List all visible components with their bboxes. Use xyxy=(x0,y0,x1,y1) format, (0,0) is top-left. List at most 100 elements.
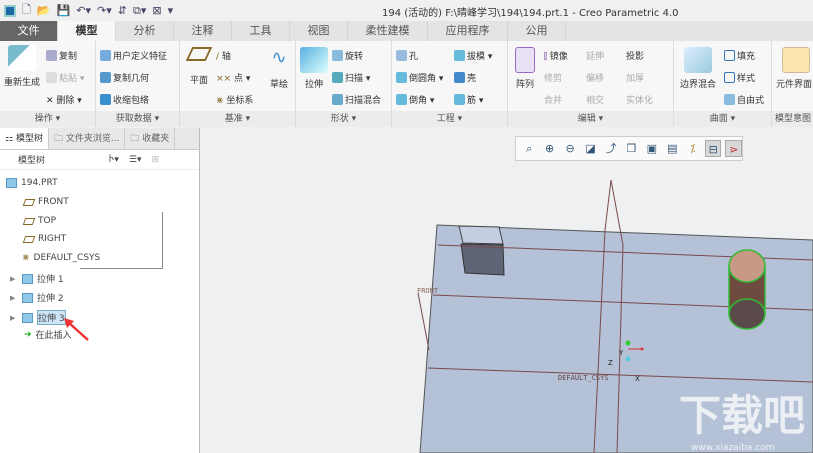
group-label[interactable]: 基准 ▾ xyxy=(180,111,295,127)
tab-model-tree[interactable]: ⚏ 模型树 xyxy=(0,128,49,149)
tab-analysis[interactable]: 分析 xyxy=(116,21,174,41)
group-label[interactable]: 模型意图 xyxy=(772,111,813,127)
group-label[interactable]: 形状 ▾ xyxy=(296,111,391,127)
group-label[interactable]: 曲面 ▾ xyxy=(674,111,771,127)
tab-applications[interactable]: 应用程序 xyxy=(428,21,508,41)
close-window-icon[interactable]: ⊠ xyxy=(152,4,161,17)
watermark-url: www.xiazaiba.com xyxy=(691,443,775,453)
shell-icon xyxy=(454,72,465,83)
thicken-button[interactable]: 加厚 xyxy=(626,71,644,84)
tab-tools[interactable]: 工具 xyxy=(232,21,290,41)
tree-item-right[interactable]: RIGHT xyxy=(22,234,66,244)
freestyle-button[interactable]: 自由式 xyxy=(724,93,764,106)
cylinder-bottom xyxy=(728,298,766,330)
regenerate-button[interactable]: 重新生成 xyxy=(2,45,42,88)
datum-plane-icon xyxy=(22,198,36,206)
rib-button[interactable]: 筋 ▾ xyxy=(454,93,483,106)
swept-blend-icon xyxy=(332,94,343,105)
group-engineering: 孔 倒圆角 ▾ 倒角 ▾ 拔模 ▾ 壳 筋 ▾ 工程 ▾ xyxy=(392,41,508,127)
extrude-button[interactable]: 拉伸 xyxy=(300,47,328,90)
mirror-button[interactable]: ⫿ 镜像 xyxy=(544,49,568,62)
fill-button[interactable]: 填充 xyxy=(724,49,755,62)
group-operations: 重新生成 复制 粘贴 ▾ ✕ 删除 ▾ 操作 ▾ xyxy=(0,41,96,127)
project-button[interactable]: 投影 xyxy=(626,49,644,62)
regenerate-icon[interactable]: ⇵ xyxy=(118,4,127,17)
revolve-button[interactable]: 旋转 xyxy=(332,49,363,62)
undo-icon[interactable]: ↶▾ xyxy=(76,4,91,17)
tree-item-extrude-2[interactable]: ▶ 拉伸 2 xyxy=(10,291,64,304)
sweep-icon xyxy=(332,72,343,83)
draft-button[interactable]: 拔模 ▾ xyxy=(454,49,492,62)
delete-icon: ✕ xyxy=(46,96,57,106)
tree-item-part[interactable]: 194.PRT xyxy=(6,178,58,188)
app-icon xyxy=(4,4,16,17)
paste-button[interactable]: 粘贴 ▾ xyxy=(46,71,84,84)
tab-tools-common[interactable]: 公用 xyxy=(508,21,566,41)
group-label[interactable]: 工程 ▾ xyxy=(392,111,507,127)
round-button[interactable]: 倒圆角 ▾ xyxy=(396,71,443,84)
expand-icon[interactable]: ▶ xyxy=(10,314,18,322)
tree-item-top[interactable]: TOP xyxy=(22,216,56,226)
tree-settings-icon[interactable]: Ⴡ▾ xyxy=(109,155,119,165)
csys-button[interactable]: ⋇ 坐标系 xyxy=(216,93,253,106)
tab-view[interactable]: 视图 xyxy=(290,21,348,41)
plane-button[interactable]: 平面 xyxy=(184,47,214,86)
round-icon xyxy=(396,72,407,83)
style-button[interactable]: 样式 xyxy=(724,71,755,84)
tree-filter-icon[interactable]: ⊞ xyxy=(152,155,160,165)
windows-icon[interactable]: ⧉▾ xyxy=(133,4,146,18)
open-icon[interactable]: 📂 xyxy=(37,4,51,17)
expand-icon[interactable]: ▶ xyxy=(10,275,18,283)
tree-columns-icon[interactable]: ☰▾ xyxy=(129,155,142,165)
sketch-button[interactable]: ∿ 草绘 xyxy=(266,47,292,90)
hole-button[interactable]: 孔 xyxy=(396,49,418,62)
copy-button[interactable]: 复制 xyxy=(46,49,77,62)
ribbon: 重新生成 复制 粘贴 ▾ ✕ 删除 ▾ 操作 ▾ 用户定义特征 复制几何 收缩包… xyxy=(0,41,813,127)
solidify-button[interactable]: 实体化 xyxy=(626,93,653,106)
model-tree-heading: 模型树 xyxy=(18,156,46,166)
offset-button[interactable]: 偏移 xyxy=(586,71,604,84)
redo-icon[interactable]: ↷▾ xyxy=(97,4,112,17)
sweep-button[interactable]: 扫描 ▾ xyxy=(332,71,370,84)
copy-geometry-button[interactable]: 复制几何 xyxy=(100,71,149,84)
datum-plane-icon xyxy=(22,235,36,243)
axis-button[interactable]: / 轴 xyxy=(216,49,231,62)
boundary-blend-button[interactable]: 边界混合 xyxy=(676,47,720,90)
tab-flexible-modeling[interactable]: 柔性建模 xyxy=(348,21,428,41)
save-icon[interactable]: 💾 xyxy=(57,4,71,17)
swept-blend-button[interactable]: 扫描混合 xyxy=(332,93,381,106)
tree-item-extrude-1[interactable]: ▶ 拉伸 1 xyxy=(10,272,64,285)
paste-icon xyxy=(46,72,57,83)
intersect-button[interactable]: 相交 xyxy=(586,93,604,106)
point-button[interactable]: ×× 点 ▾ xyxy=(216,71,250,84)
chamfer-button[interactable]: 倒角 ▾ xyxy=(396,93,434,106)
group-datum: 平面 / 轴 ×× 点 ▾ ⋇ 坐标系 ∿ 草绘 基准 ▾ xyxy=(180,41,296,127)
tab-favorites[interactable]: 🗀 收藏夹 xyxy=(125,128,176,149)
tab-model[interactable]: 模型 xyxy=(58,21,116,41)
graphics-viewport[interactable]: FRONT DEFAULT_CSYS X Y Z 下载吧 www.xiazaib… xyxy=(201,130,813,453)
new-icon[interactable]: 🗋 xyxy=(22,1,31,20)
trim-button[interactable]: 修剪 xyxy=(544,71,562,84)
pattern-button[interactable]: 阵列 xyxy=(512,47,538,90)
tree-item-extrude-3[interactable]: ▶ 拉伸 3 xyxy=(10,310,66,325)
folder-icon: 🗀 xyxy=(53,134,66,144)
csys-icon: ⋇ xyxy=(22,253,30,263)
tab-annotate[interactable]: 注释 xyxy=(174,21,232,41)
shell-button[interactable]: 壳 xyxy=(454,71,476,84)
extend-button[interactable]: 延伸 xyxy=(586,49,604,62)
watermark: 下载吧 xyxy=(679,391,805,440)
tab-file[interactable]: 文件 xyxy=(0,21,58,41)
component-interface-button[interactable]: 元件界面 xyxy=(776,47,813,90)
group-label[interactable]: 获取数据 ▾ xyxy=(96,111,179,127)
expand-icon[interactable]: ▶ xyxy=(10,294,18,302)
group-label[interactable]: 操作 ▾ xyxy=(0,111,95,127)
merge-button[interactable]: 合并 xyxy=(544,93,562,106)
shrinkwrap-button[interactable]: 收缩包络 xyxy=(100,93,149,106)
tree-item-default-csys[interactable]: ⋇ DEFAULT_CSYS xyxy=(22,253,100,263)
delete-button[interactable]: ✕ 删除 ▾ xyxy=(46,93,82,106)
customize-icon[interactable]: ▾ xyxy=(168,4,174,17)
tab-folder-browser[interactable]: 🗀 文件夹浏览... xyxy=(49,128,126,149)
group-label[interactable]: 编辑 ▾ xyxy=(508,111,673,127)
tree-item-front[interactable]: FRONT xyxy=(22,197,69,207)
udf-button[interactable]: 用户定义特征 xyxy=(100,49,167,62)
